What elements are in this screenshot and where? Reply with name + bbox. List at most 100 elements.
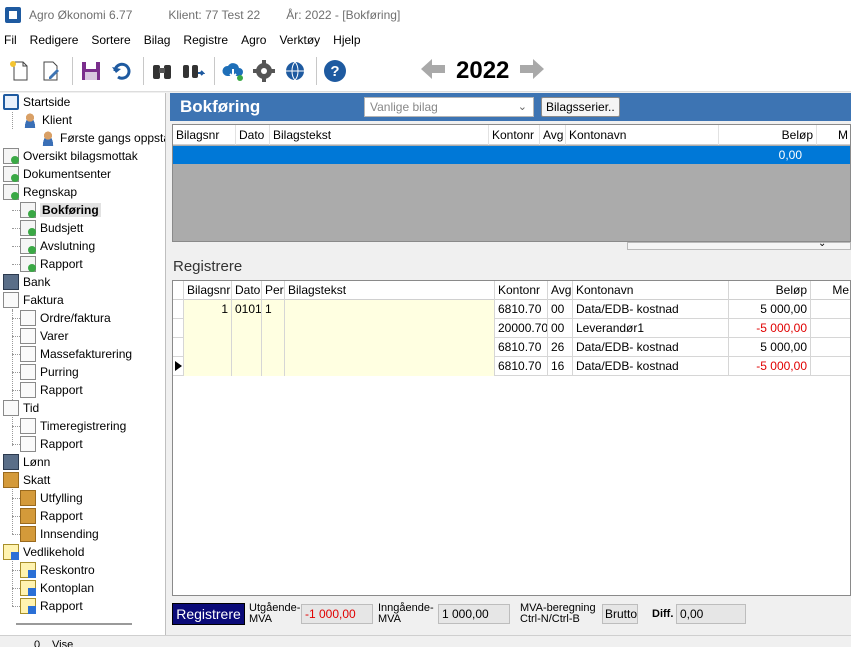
binoculars-icon[interactable]: [148, 57, 176, 85]
sidebar-scrollbar[interactable]: [16, 623, 132, 625]
column-header[interactable]: Kontonavn: [566, 125, 719, 145]
column-header[interactable]: M: [817, 125, 850, 145]
bilagsnr-cell[interactable]: [184, 357, 232, 376]
tree-item-vedlikehold-rapport[interactable]: Rapport: [20, 597, 83, 615]
tree-item-dokumentsenter[interactable]: Dokumentsenter: [3, 165, 111, 183]
memo-cell[interactable]: [811, 338, 850, 357]
column-header[interactable]: Beløp: [719, 125, 817, 145]
avgift-cell[interactable]: 16: [548, 357, 573, 376]
menu-bilag[interactable]: Bilag: [144, 33, 171, 47]
tree-item-varer[interactable]: Varer: [20, 327, 68, 345]
voucher-type-select[interactable]: Vanlige bilag ⌄: [364, 97, 534, 117]
tree-item-regnskap-rapport[interactable]: Rapport: [20, 255, 83, 273]
tree-item-tid-rapport[interactable]: Rapport: [20, 435, 83, 453]
memo-cell[interactable]: [811, 300, 850, 319]
tree-item-tid[interactable]: Tid: [3, 399, 39, 417]
table-row[interactable]: 20000.70 00 Leverandør1 -5 000,00: [173, 319, 850, 338]
table-row-current[interactable]: 6810.70 16 Data/EDB- kostnad -5 000,00: [173, 357, 850, 376]
tree-item-kontoplan[interactable]: Kontoplan: [20, 579, 94, 597]
column-header[interactable]: Kontonr: [495, 281, 548, 300]
tree-item-utfylling[interactable]: Utfylling: [20, 489, 83, 507]
column-header[interactable]: Bilagsnr: [184, 281, 232, 300]
menu-agro[interactable]: Agro: [241, 33, 266, 47]
memo-cell[interactable]: [811, 319, 850, 338]
register-button[interactable]: Registrere: [172, 603, 245, 625]
bilagsnr-cell[interactable]: [184, 319, 232, 338]
menu-registre[interactable]: Registre: [183, 33, 228, 47]
tree-item-klient[interactable]: Klient: [22, 111, 72, 129]
edit-document-icon[interactable]: [37, 57, 65, 85]
column-header[interactable]: Dato: [236, 125, 270, 145]
menu-fil[interactable]: Fil: [4, 33, 17, 47]
tree-item-innsending[interactable]: Innsending: [20, 525, 99, 543]
bilagstekst-cell[interactable]: [285, 357, 495, 376]
tree-item-reskontro[interactable]: Reskontro: [20, 561, 95, 579]
periode-cell[interactable]: [262, 357, 285, 376]
tree-item-forste-gangs-oppstart[interactable]: Første gangs oppstart: [40, 129, 165, 147]
new-document-icon[interactable]: [6, 57, 34, 85]
column-header[interactable]: Avg: [540, 125, 566, 145]
tree-item-timeregistrering[interactable]: Timeregistrering: [20, 417, 126, 435]
kontonr-cell[interactable]: 6810.70: [495, 300, 548, 319]
bilagsnr-cell[interactable]: 1: [184, 300, 232, 319]
column-header[interactable]: Kontonr: [489, 125, 540, 145]
column-header[interactable]: Dato: [232, 281, 262, 300]
column-header[interactable]: Avg: [548, 281, 573, 300]
column-header[interactable]: Per: [262, 281, 285, 300]
tree-item-skatt-rapport[interactable]: Rapport: [20, 507, 83, 525]
avgift-cell[interactable]: 26: [548, 338, 573, 357]
gear-icon[interactable]: [250, 57, 278, 85]
tree-item-budsjett[interactable]: Budsjett: [20, 219, 83, 237]
column-header[interactable]: Bilagstekst: [270, 125, 489, 145]
kontonr-cell[interactable]: 6810.70: [495, 357, 548, 376]
belop-cell[interactable]: -5 000,00: [729, 319, 811, 338]
menu-verktoy[interactable]: Verktøy: [279, 33, 320, 47]
bilagstekst-cell[interactable]: [285, 300, 495, 319]
next-year-arrow-icon[interactable]: [519, 58, 545, 83]
avgift-cell[interactable]: 00: [548, 300, 573, 319]
periode-cell[interactable]: [262, 338, 285, 357]
belop-cell[interactable]: 5 000,00: [729, 338, 811, 357]
bilagstekst-cell[interactable]: [285, 319, 495, 338]
memo-cell[interactable]: [811, 357, 850, 376]
dato-cell[interactable]: [232, 357, 262, 376]
menu-redigere[interactable]: Redigere: [30, 33, 79, 47]
binoculars-forward-icon[interactable]: [179, 57, 207, 85]
kontonr-cell[interactable]: 20000.70: [495, 319, 548, 338]
menu-hjelp[interactable]: Hjelp: [333, 33, 360, 47]
belop-cell[interactable]: 5 000,00: [729, 300, 811, 319]
column-header[interactable]: Kontonavn: [573, 281, 729, 300]
tree-item-faktura-rapport[interactable]: Rapport: [20, 381, 83, 399]
column-header[interactable]: Bilagsnr: [173, 125, 236, 145]
vat-calculation-value[interactable]: Brutto: [602, 604, 638, 624]
voucher-series-button[interactable]: Bilagsserier..: [541, 97, 620, 117]
dato-cell[interactable]: [232, 319, 262, 338]
table-row[interactable]: 6810.70 26 Data/EDB- kostnad 5 000,00: [173, 338, 850, 357]
selected-row[interactable]: 0,00: [173, 146, 850, 164]
table-row[interactable]: 1 0101 1 6810.70 00 Data/EDB- kostnad 5 …: [173, 300, 850, 319]
column-header[interactable]: Me: [811, 281, 850, 300]
undo-icon[interactable]: [108, 57, 136, 85]
previous-year-arrow-icon[interactable]: [420, 58, 446, 83]
tree-item-faktura[interactable]: Faktura: [3, 291, 64, 309]
bilagstekst-cell[interactable]: [285, 338, 495, 357]
tree-item-massefakturering[interactable]: Massefakturering: [20, 345, 132, 363]
dato-cell[interactable]: 0101: [232, 300, 262, 319]
tree-item-bokforing[interactable]: Bokføring: [20, 201, 101, 219]
tree-item-purring[interactable]: Purring: [20, 363, 79, 381]
periode-cell[interactable]: [262, 319, 285, 338]
help-icon[interactable]: ?: [321, 57, 349, 85]
tree-item-regnskap[interactable]: Regnskap: [3, 183, 77, 201]
tree-item-ordre-faktura[interactable]: Ordre/faktura: [20, 309, 111, 327]
horizontal-scrollbar[interactable]: ⌄: [627, 238, 851, 250]
belop-cell[interactable]: -5 000,00: [729, 357, 811, 376]
bilagsnr-cell[interactable]: [184, 338, 232, 357]
dato-cell[interactable]: [232, 338, 262, 357]
save-icon[interactable]: [77, 57, 105, 85]
tree-item-lonn[interactable]: Lønn: [3, 453, 50, 471]
tree-item-avslutning[interactable]: Avslutning: [20, 237, 95, 255]
avgift-cell[interactable]: 00: [548, 319, 573, 338]
tree-item-oversikt-bilagsmottak[interactable]: Oversikt bilagsmottak: [3, 147, 138, 165]
menu-sortere[interactable]: Sortere: [91, 33, 130, 47]
column-header[interactable]: Bilagstekst: [285, 281, 495, 300]
